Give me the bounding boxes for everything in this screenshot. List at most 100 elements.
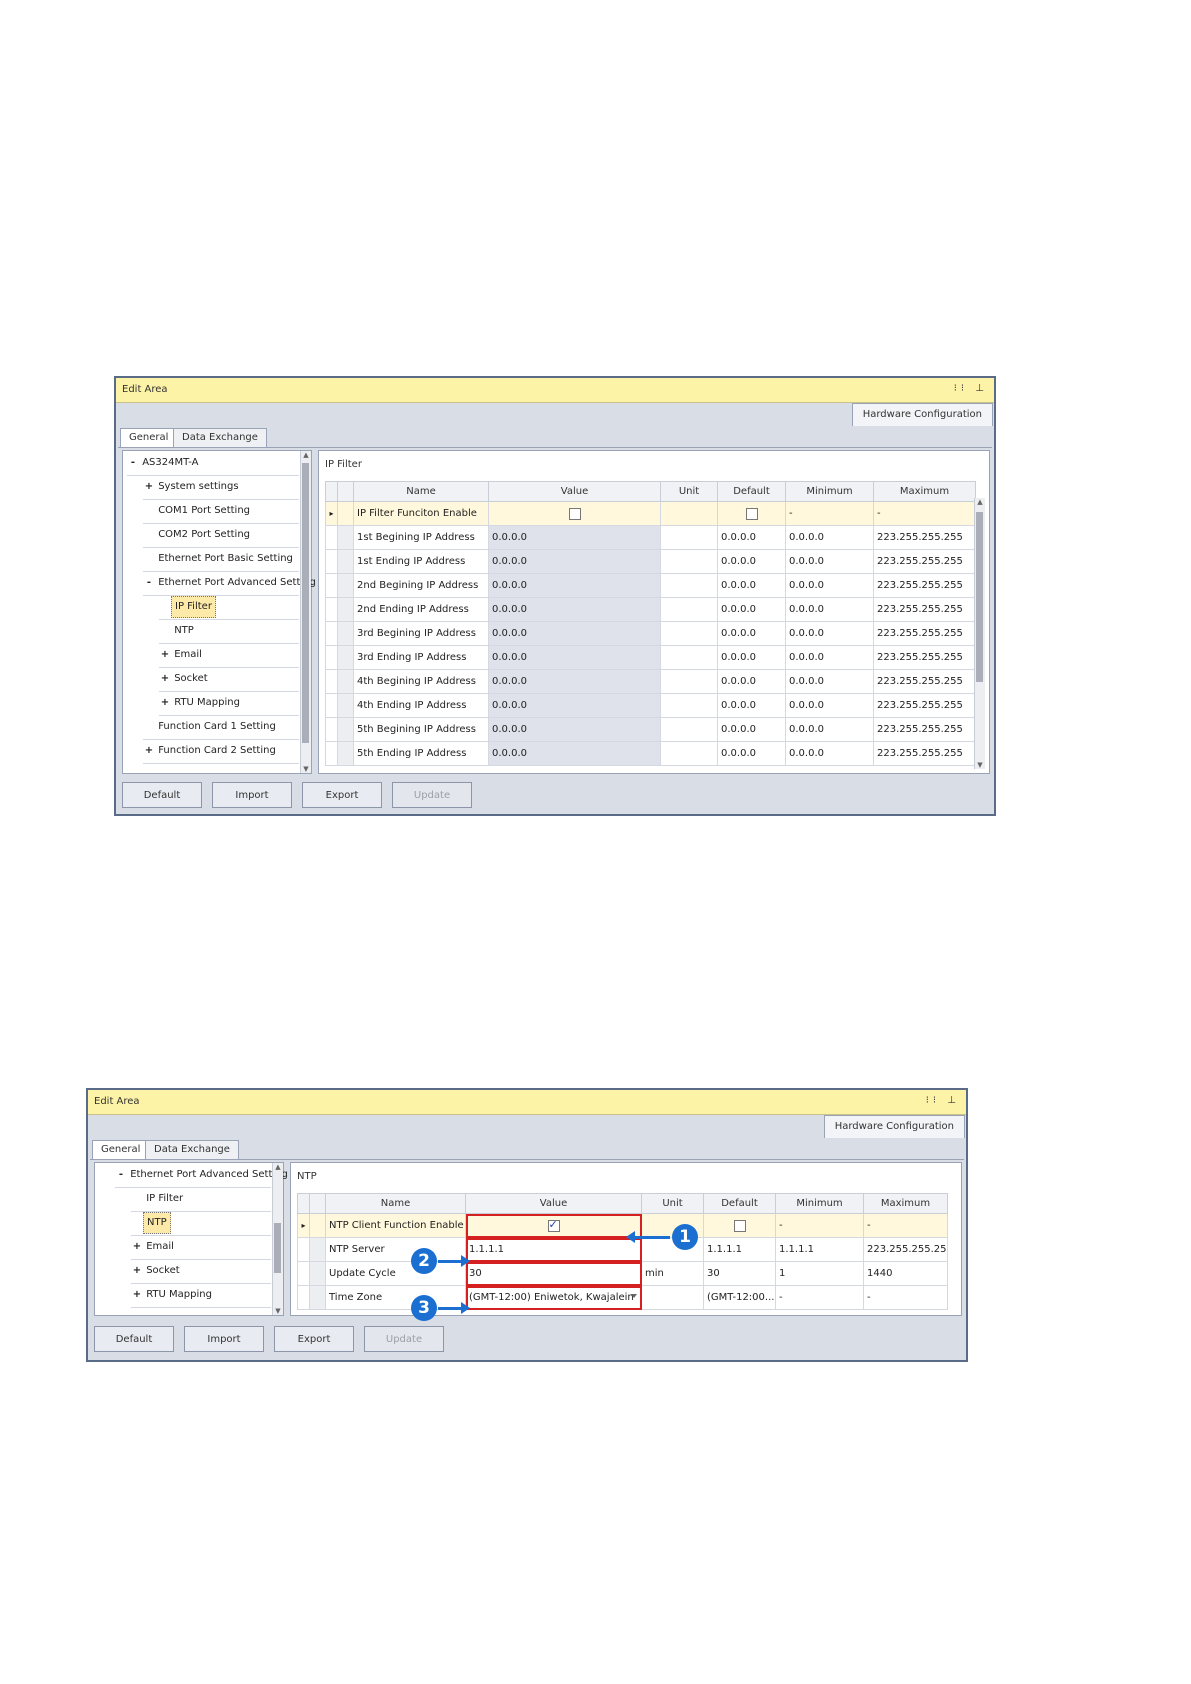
row-gutter [337, 501, 354, 526]
tree-item-ip-filter[interactable]: IP Filter [159, 595, 299, 620]
tab-general[interactable]: General [120, 428, 178, 447]
table-row[interactable]: 5th Begining IP Address 0.0.0.0 0.0.0.0 0.0… [325, 717, 976, 742]
scroll-up-icon[interactable]: ▲ [301, 451, 311, 459]
table-row[interactable]: Update Cycle 30 min 30 1 1440 [297, 1261, 948, 1286]
cell-name: 1st Begining IP Address [353, 525, 489, 550]
cell-value[interactable]: 0.0.0.0 [488, 645, 661, 670]
tree-item-label: IP Filter [171, 596, 216, 618]
tree-item-ethernet-basic[interactable]: Ethernet Port Basic Setting [143, 547, 299, 572]
scroll-thumb[interactable] [976, 512, 983, 682]
tree-item-label: NTP [174, 625, 194, 636]
scroll-up-icon[interactable]: ▲ [273, 1163, 283, 1171]
time-zone-select[interactable]: (GMT-12:00) Eniwetok, Kwajalein [465, 1285, 642, 1310]
ip-filter-enable-checkbox[interactable] [488, 501, 661, 526]
cell-value[interactable]: 0.0.0.0 [488, 717, 661, 742]
cell-maximum: 223.255.255.255 [873, 669, 976, 694]
cell-value[interactable]: 0.0.0.0 [488, 621, 661, 646]
table-row[interactable]: 2nd Begining IP Address 0.0.0.0 0.0.0.0 0.0… [325, 573, 976, 598]
table-row[interactable]: ▸ NTP Client Function Enable -- [297, 1213, 948, 1238]
tab-general[interactable]: General [92, 1140, 150, 1159]
ntp-enable-checkbox[interactable] [465, 1213, 642, 1238]
checkbox-icon[interactable] [547, 1218, 560, 1232]
cell-value[interactable]: 0.0.0.0 [488, 573, 661, 598]
cell-maximum: - [873, 501, 976, 526]
cell-name: 2nd Begining IP Address [353, 573, 489, 598]
table-row[interactable]: 3rd Ending IP Address 0.0.0.0 0.0.0.0 0.0.0… [325, 645, 976, 670]
chevron-down-icon[interactable] [631, 1294, 637, 1298]
cell-value[interactable]: 0.0.0.0 [488, 597, 661, 622]
tree-item-ntp[interactable]: NTP [131, 1211, 271, 1236]
cell-value[interactable]: 0.0.0.0 [488, 741, 661, 766]
tree-item-ethernet-advanced[interactable]: - Ethernet Port Advanced Setting [143, 571, 316, 596]
cell-value[interactable]: 0.0.0.0 [488, 693, 661, 718]
tree-scrollbar[interactable]: ▲ ▼ [300, 451, 311, 773]
default-button[interactable]: Default [94, 1326, 174, 1352]
tree-item-ntp[interactable]: NTP [159, 619, 299, 644]
tree-item-system-settings[interactable]: + System settings [143, 475, 299, 500]
cell-value[interactable]: 30 [465, 1261, 642, 1286]
tab-data-exchange[interactable]: Data Exchange [173, 428, 267, 447]
scroll-down-icon[interactable]: ▼ [273, 1307, 283, 1315]
cell-value[interactable]: 0.0.0.0 [488, 669, 661, 694]
scroll-down-icon[interactable]: ▼ [975, 761, 985, 769]
cell-minimum: 0.0.0.0 [785, 693, 874, 718]
import-button[interactable]: Import [212, 782, 292, 808]
cell-default: 0.0.0.0 [717, 525, 786, 550]
tree-scrollbar[interactable]: ▲ ▼ [272, 1163, 283, 1315]
tree-item-rtu-mapping[interactable]: + RTU Mapping [159, 691, 299, 716]
cell-value[interactable]: 1.1.1.1 [465, 1237, 642, 1262]
cell-name: 3rd Ending IP Address [353, 645, 489, 670]
import-button[interactable]: Import [184, 1326, 264, 1352]
default-button[interactable]: Default [122, 782, 202, 808]
row-indicator [297, 1237, 310, 1262]
tab-hardware-configuration[interactable]: Hardware Configuration [823, 1115, 965, 1138]
tree-item-socket[interactable]: + Socket [131, 1259, 271, 1284]
table-row[interactable]: NTP Server 1.1.1.1 1.1.1.1 1.1.1.1 223.255.2… [297, 1237, 948, 1262]
cell-unit [660, 597, 718, 622]
tree-item-function-card-2[interactable]: + Function Card 2 Setting [143, 739, 299, 764]
tab-strip: General Data Exchange [90, 1138, 964, 1160]
scroll-thumb[interactable] [274, 1223, 281, 1273]
table-row[interactable]: Time Zone (GMT-12:00) Eniwetok, Kwajalein… [297, 1285, 948, 1310]
callout-arrow-1 [626, 1231, 670, 1243]
table-row[interactable]: 3rd Begining IP Address 0.0.0.0 0.0.0.0 0.0… [325, 621, 976, 646]
tree-item-com1[interactable]: COM1 Port Setting [143, 499, 299, 524]
row-gutter [337, 525, 354, 550]
cell-value[interactable]: 0.0.0.0 [488, 549, 661, 574]
table-row[interactable]: 4th Ending IP Address 0.0.0.0 0.0.0.0 0.0.0… [325, 693, 976, 718]
update-button[interactable]: Update [392, 782, 472, 808]
table-row[interactable]: 4th Begining IP Address 0.0.0.0 0.0.0.0 0.0… [325, 669, 976, 694]
scroll-up-icon[interactable]: ▲ [975, 498, 985, 506]
export-button[interactable]: Export [302, 782, 382, 808]
grid-scrollbar[interactable]: ▲ ▼ [974, 498, 985, 769]
update-button[interactable]: Update [364, 1326, 444, 1352]
tree-item-ethernet-advanced[interactable]: - Ethernet Port Advanced Setting [115, 1163, 288, 1188]
table-row[interactable]: 2nd Ending IP Address 0.0.0.0 0.0.0.0 0.0.0… [325, 597, 976, 622]
pin-icon[interactable]: ⁝⁝ ⊥ [926, 1095, 960, 1106]
scroll-thumb[interactable] [302, 463, 309, 743]
tree-item-ip-filter[interactable]: IP Filter [131, 1187, 271, 1212]
cell-name: 4th Begining IP Address [353, 669, 489, 694]
tree-item-email[interactable]: + Email [131, 1235, 271, 1260]
tree-item-function-card-1[interactable]: Function Card 1 Setting [143, 715, 299, 740]
table-row[interactable]: 5th Ending IP Address 0.0.0.0 0.0.0.0 0.0.0… [325, 741, 976, 766]
cell-name: 2nd Ending IP Address [353, 597, 489, 622]
cell-name: 5th Ending IP Address [353, 741, 489, 766]
checkbox-icon[interactable] [568, 507, 581, 520]
pin-icon[interactable]: ⁝⁝ ⊥ [954, 383, 988, 394]
cell-value[interactable]: 0.0.0.0 [488, 525, 661, 550]
tree-item-rtu-mapping[interactable]: + RTU Mapping [131, 1283, 271, 1308]
scroll-down-icon[interactable]: ▼ [301, 765, 311, 773]
tree-item-as324mt-a[interactable]: - AS324MT-A [127, 451, 299, 476]
callout-badge-1: 1 [672, 1224, 698, 1250]
tab-data-exchange[interactable]: Data Exchange [145, 1140, 239, 1159]
tree-item-socket[interactable]: + Socket [159, 667, 299, 692]
table-row[interactable]: 1st Ending IP Address 0.0.0.0 0.0.0.0 0.0.0… [325, 549, 976, 574]
tree-item-email[interactable]: + Email [159, 643, 299, 668]
table-row[interactable]: ▸ IP Filter Funciton Enable - - [325, 501, 976, 526]
tab-hardware-configuration[interactable]: Hardware Configuration [851, 403, 993, 426]
row-indicator [325, 597, 338, 622]
tree-item-com2[interactable]: COM2 Port Setting [143, 523, 299, 548]
export-button[interactable]: Export [274, 1326, 354, 1352]
table-row[interactable]: 1st Begining IP Address 0.0.0.0 0.0.0.0 0.0… [325, 525, 976, 550]
